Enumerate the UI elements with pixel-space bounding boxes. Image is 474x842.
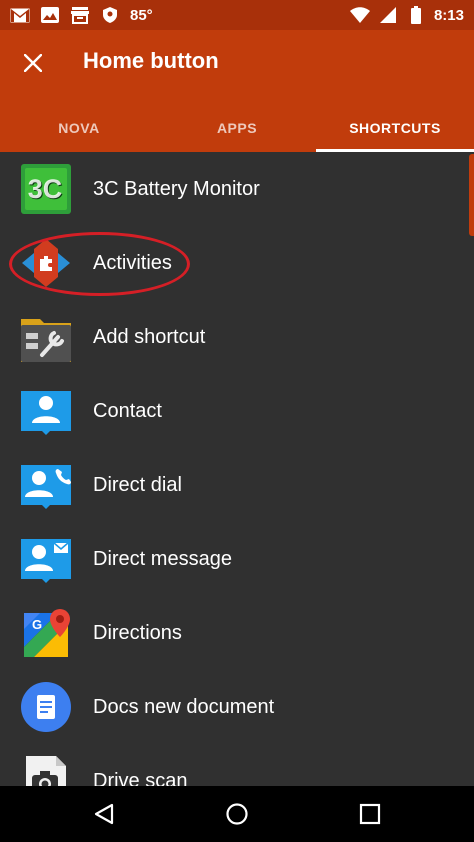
svg-text:G: G: [32, 617, 42, 632]
list-item-label: Directions: [93, 621, 182, 644]
nova-activities-icon: [20, 237, 72, 289]
gmail-icon: [10, 6, 30, 24]
list-item-contact[interactable]: Contact: [0, 374, 474, 448]
back-button[interactable]: [89, 799, 119, 829]
recents-icon: [359, 803, 381, 825]
shortcuts-list: 3C 3C 3C Battery Monitor Activities Add …: [0, 152, 474, 786]
store-icon: [70, 6, 90, 24]
svg-text:3C: 3C: [28, 174, 63, 204]
add-shortcut-icon: [20, 311, 72, 363]
tab-shortcuts[interactable]: SHORTCUTS: [316, 104, 474, 152]
temperature-text: 85°: [130, 6, 153, 24]
navigation-bar: [0, 786, 474, 842]
app-bar: Home button NOVA APPS SHORTCUTS: [0, 30, 474, 152]
back-icon: [94, 803, 114, 825]
scrollbar-thumb[interactable]: [469, 154, 474, 236]
tab-apps[interactable]: APPS: [158, 104, 316, 152]
photos-icon: [40, 6, 60, 24]
status-bar: 85° 8:13: [0, 0, 474, 30]
list-item-direct-message[interactable]: Direct message: [0, 522, 474, 596]
page-title: Home button: [83, 48, 219, 73]
direct-dial-icon: [20, 459, 72, 511]
tab-nova[interactable]: NOVA: [0, 104, 158, 152]
drive-scan-icon: [20, 755, 72, 786]
list-item-label: Docs new document: [93, 695, 275, 718]
list-item-directions[interactable]: G Directions: [0, 596, 474, 670]
tab-bar: NOVA APPS SHORTCUTS: [0, 104, 474, 152]
direct-message-icon: [20, 533, 72, 585]
list-item-label: Add shortcut: [93, 325, 206, 348]
list-item-add-shortcut[interactable]: Add shortcut: [0, 300, 474, 374]
list-item-label: Contact: [93, 399, 162, 422]
list-item-label: 3C Battery Monitor: [93, 177, 260, 200]
recents-button[interactable]: [355, 799, 385, 829]
wifi-icon: [349, 6, 370, 24]
docs-icon: [20, 681, 72, 733]
list-item-label: Activities: [93, 251, 172, 274]
list-item-drive-scan[interactable]: Drive scan: [0, 744, 474, 786]
maps-directions-icon: G: [20, 607, 72, 659]
list-item-label: Direct dial: [93, 473, 182, 496]
home-button[interactable]: [222, 799, 252, 829]
close-icon: [24, 54, 42, 72]
clock-text: 8:13: [433, 6, 464, 24]
list-item-docs-new-document[interactable]: Docs new document: [0, 670, 474, 744]
list-item-label: Direct message: [93, 547, 232, 570]
list-item-3c-battery-monitor[interactable]: 3C 3C 3C Battery Monitor: [0, 152, 474, 226]
battery-monitor-icon: 3C 3C: [20, 163, 72, 215]
battery-icon: [406, 6, 426, 24]
home-icon: [226, 803, 248, 825]
signal-icon: [378, 6, 398, 24]
close-button[interactable]: [14, 44, 52, 82]
list-item-label: Drive scan: [93, 769, 188, 787]
vpn-shield-icon: [100, 6, 120, 24]
list-item-direct-dial[interactable]: Direct dial: [0, 448, 474, 522]
contact-icon: [20, 385, 72, 437]
list-item-activities[interactable]: Activities: [0, 226, 474, 300]
